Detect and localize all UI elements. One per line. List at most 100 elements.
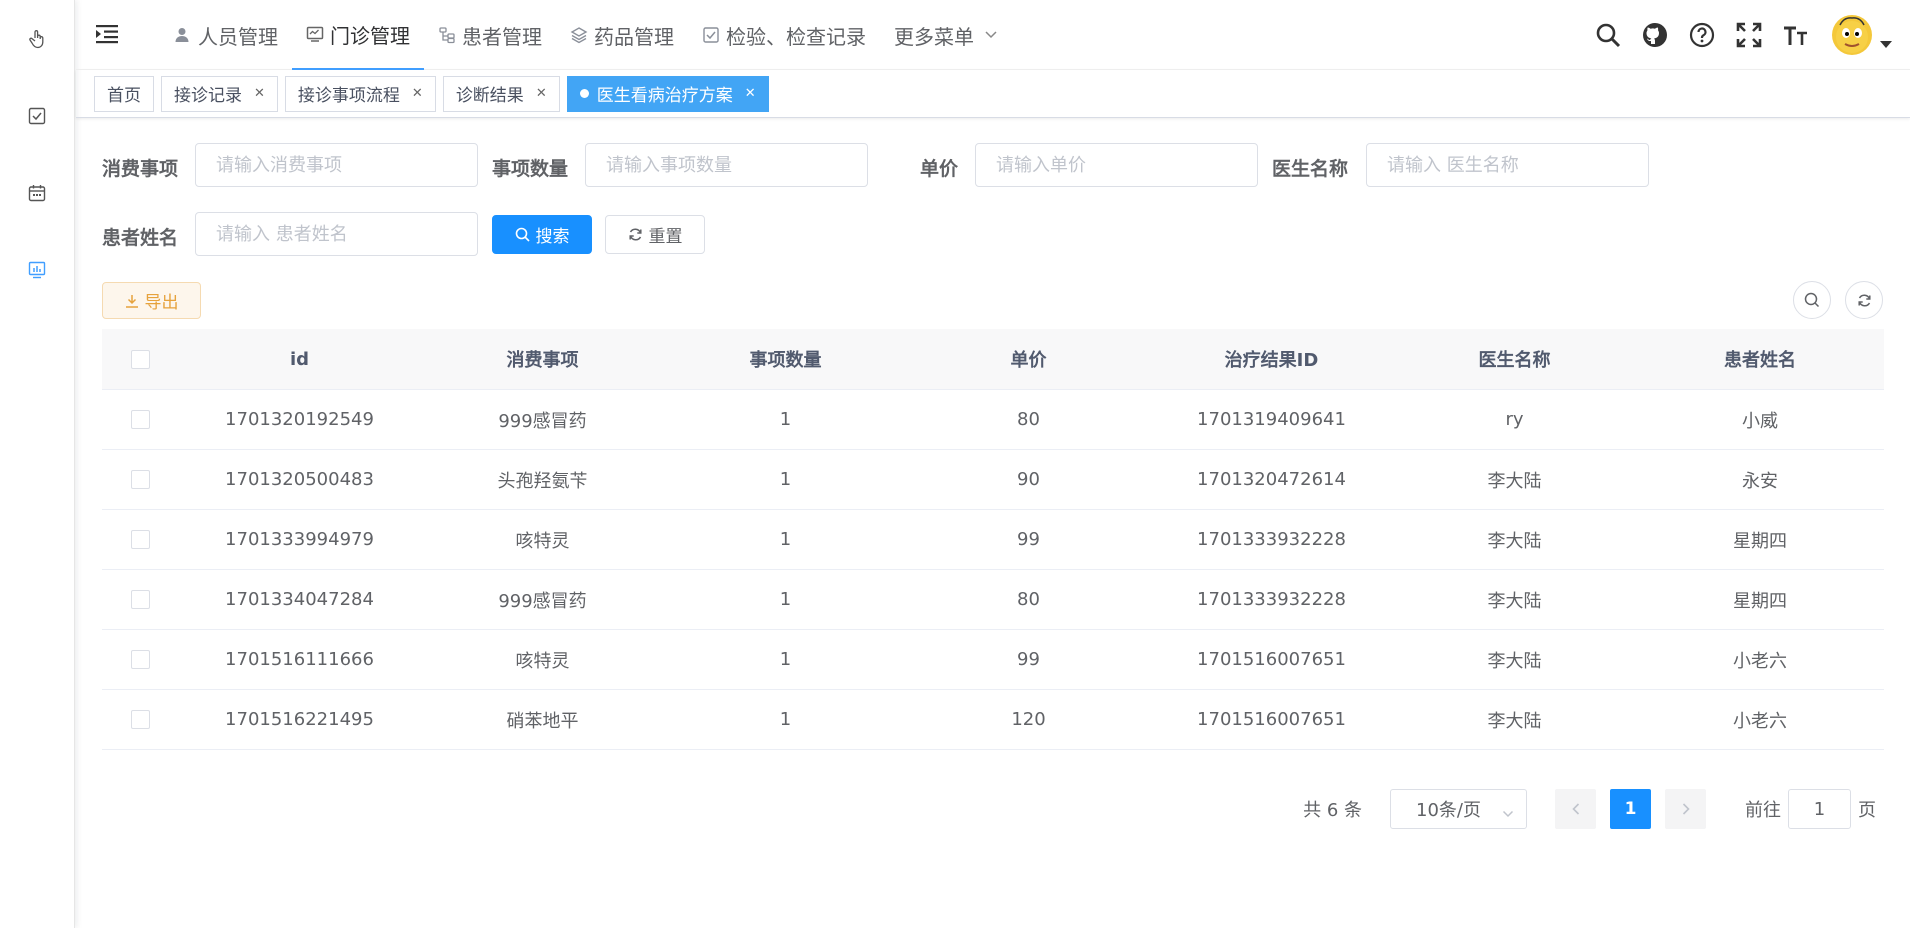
close-icon[interactable]: ✕ [745, 86, 756, 101]
tag-home[interactable]: 首页 [94, 75, 154, 112]
page-size-select[interactable]: 10条/页 [1390, 789, 1527, 829]
table-row[interactable]: 1701320500483 头孢羟氨苄 1 90 1701320472614 李… [102, 450, 1884, 510]
menu-item-exam-records[interactable]: 检验、检查记录 [688, 0, 880, 70]
prev-page-button[interactable] [1555, 789, 1596, 829]
github-icon[interactable] [1641, 21, 1669, 49]
fullscreen-icon[interactable] [1735, 21, 1763, 49]
row-select-cell [102, 690, 178, 749]
tag-diagnosis[interactable]: 诊断结果 ✕ [442, 75, 560, 112]
tag-treatment-plan[interactable]: 医生看病治疗方案 ✕ [566, 75, 769, 112]
search-button[interactable]: 搜索 [492, 215, 592, 254]
table-cell: 1 [779, 469, 792, 490]
item-input[interactable] [195, 143, 478, 187]
menu-item-label: 药品管理 [594, 24, 674, 49]
table-row[interactable]: 1701334047284 999感冒药 1 80 1701333932228 … [102, 570, 1884, 630]
row-checkbox[interactable] [130, 410, 150, 429]
price-input[interactable] [975, 143, 1258, 187]
table-cell: 120 [1011, 709, 1046, 730]
menu-item-staff[interactable]: 人员管理 [160, 0, 292, 70]
hamburger-icon[interactable] [96, 24, 118, 44]
page-size-value: 10条/页 [1416, 800, 1481, 821]
header-cell: 消费事项 [506, 350, 579, 371]
doctor-input[interactable] [1366, 143, 1649, 187]
search-icon[interactable] [1594, 21, 1622, 49]
close-icon[interactable]: ✕ [536, 86, 547, 101]
reset-button-label: 重置 [648, 227, 683, 247]
table-cell: 1701333994979 [225, 529, 374, 550]
tag-visit-flow[interactable]: 接诊事项流程 ✕ [284, 75, 436, 112]
toggle-search-button[interactable] [1793, 281, 1831, 319]
select-all-checkbox[interactable] [130, 349, 150, 369]
row-checkbox[interactable] [130, 590, 150, 609]
table-cell: 1 [779, 589, 792, 610]
table-row[interactable]: 1701516111666 咳特灵 1 99 1701516007651 李大陆… [102, 630, 1884, 690]
table-cell: ry [1505, 409, 1524, 430]
refresh-icon [628, 227, 643, 242]
table-cell: 李大陆 [1487, 590, 1542, 612]
chevron-down-icon [984, 30, 998, 40]
data-table: id 消费事项 事项数量 单价 治疗结果ID 医生名称 患者姓名 1701320… [102, 329, 1884, 750]
table-header: id 消费事项 事项数量 单价 治疗结果ID 医生名称 患者姓名 [102, 329, 1884, 390]
row-checkbox[interactable] [130, 470, 150, 489]
table-row[interactable]: 1701516221495 硝苯地平 1 120 1701516007651 李… [102, 690, 1884, 750]
table-cell: 李大陆 [1487, 710, 1542, 732]
row-checkbox[interactable] [130, 710, 150, 729]
patient-input[interactable] [195, 212, 478, 256]
row-select-cell [102, 510, 178, 569]
table-cell: 星期四 [1733, 590, 1787, 612]
menu-item-medicine[interactable]: 药品管理 [556, 0, 688, 70]
table-cell: 1 [779, 649, 792, 670]
calendar-icon[interactable] [26, 182, 48, 204]
export-button-label: 导出 [144, 293, 179, 313]
table-cell: 1701334047284 [225, 589, 374, 610]
menu-item-label: 更多菜单 [894, 24, 974, 49]
table-cell: 头孢羟氨苄 [497, 470, 588, 492]
hand-pointer-icon[interactable] [26, 28, 48, 50]
table-cell: 咳特灵 [515, 650, 570, 672]
select-all-cell [102, 329, 178, 389]
table-row[interactable]: 1701333994979 咳特灵 1 99 1701333932228 李大陆… [102, 510, 1884, 570]
close-icon[interactable]: ✕ [412, 86, 423, 101]
goto-label: 前往 [1745, 800, 1781, 821]
table-cell: 小老六 [1733, 650, 1787, 672]
table-cell: 999感冒药 [498, 410, 587, 432]
chart-icon[interactable] [26, 259, 48, 281]
table-cell: 李大陆 [1487, 530, 1542, 552]
help-icon[interactable] [1688, 21, 1716, 49]
table-cell: 80 [1017, 409, 1040, 430]
sidebar [0, 0, 75, 928]
user-icon [174, 26, 192, 44]
menu-item-patient[interactable]: 患者管理 [424, 0, 556, 70]
pagination-total: 共 6 条 [1303, 800, 1362, 821]
tag-visit-records[interactable]: 接诊记录 ✕ [161, 75, 278, 112]
active-dot [579, 89, 589, 98]
goto-page-input[interactable] [1788, 789, 1851, 829]
avatar[interactable] [1832, 15, 1872, 55]
font-size-icon[interactable] [1782, 21, 1810, 49]
table-cell: 99 [1017, 649, 1040, 670]
search-icon [1804, 292, 1820, 308]
refresh-table-button[interactable] [1845, 281, 1883, 319]
tag-label: 接诊事项流程 [297, 86, 400, 106]
table-cell: 小威 [1742, 410, 1778, 432]
main-area: 人员管理 门诊管理 患者管理 药品管理 检验、检查记录 更多菜单 首页 接诊记录… [76, 0, 1910, 928]
table-cell: 永安 [1742, 470, 1778, 492]
table-row[interactable]: 1701320192549 999感冒药 1 80 1701319409641 … [102, 390, 1884, 450]
menu-item-outpatient[interactable]: 门诊管理 [292, 0, 424, 70]
next-page-button[interactable] [1665, 789, 1706, 829]
checkbox-icon[interactable] [26, 105, 48, 127]
row-select-cell [102, 570, 178, 629]
tag-label: 接诊记录 [174, 86, 242, 106]
patient-label: 患者姓名 [102, 227, 179, 249]
export-button[interactable]: 导出 [102, 282, 201, 319]
close-icon[interactable]: ✕ [254, 86, 265, 101]
reset-button[interactable]: 重置 [605, 215, 705, 254]
menu-item-more[interactable]: 更多菜单 [880, 0, 1012, 70]
top-menu: 人员管理 门诊管理 患者管理 药品管理 检验、检查记录 更多菜单 [160, 0, 1012, 70]
table-cell: 1701516111666 [225, 649, 374, 670]
row-checkbox[interactable] [130, 530, 150, 549]
row-checkbox[interactable] [130, 650, 150, 669]
caret-down-icon[interactable] [1880, 40, 1892, 48]
page-number-current[interactable]: 1 [1610, 789, 1651, 829]
qty-input[interactable] [585, 143, 868, 187]
